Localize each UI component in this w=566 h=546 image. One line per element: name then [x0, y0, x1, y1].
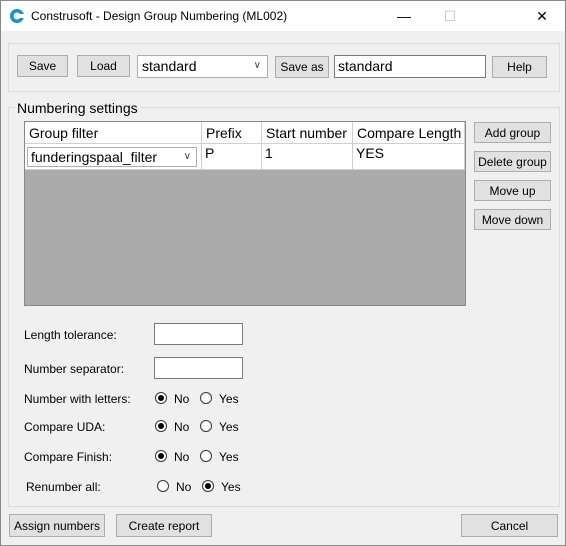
save-as-input[interactable]: standard — [334, 55, 486, 78]
compare-uda-yes-label[interactable]: Yes — [219, 420, 239, 434]
cancel-button[interactable]: Cancel — [461, 514, 558, 537]
assign-numbers-button[interactable]: Assign numbers — [9, 514, 105, 537]
length-tolerance-label: Length tolerance: — [24, 328, 117, 342]
renumber-all-yes-radio[interactable] — [202, 480, 214, 492]
save-as-button[interactable]: Save as — [275, 56, 329, 78]
move-down-button[interactable]: Move down — [474, 209, 551, 230]
load-button[interactable]: Load — [77, 55, 130, 77]
compare-uda-no-label[interactable]: No — [174, 420, 189, 434]
create-report-button[interactable]: Create report — [116, 514, 212, 537]
compare-uda-yes-radio[interactable] — [200, 420, 212, 432]
compare-finish-yes-label[interactable]: Yes — [219, 450, 239, 464]
renumber-all-label: Renumber all: — [26, 480, 101, 494]
number-with-letters-no-label[interactable]: No — [174, 392, 189, 406]
construsoft-logo-icon — [10, 9, 25, 23]
add-group-button[interactable]: Add group — [474, 122, 551, 143]
number-with-letters-label: Number with letters: — [24, 392, 131, 406]
prefix-cell[interactable]: P — [202, 144, 262, 170]
window-title: Construsoft - Design Group Numbering (ML… — [31, 9, 288, 23]
number-with-letters-yes-label[interactable]: Yes — [219, 392, 239, 406]
group-filter-value: funderingspaal_filter — [31, 149, 158, 165]
chevron-down-icon: ∨ — [183, 151, 191, 162]
dialog-window: Construsoft - Design Group Numbering (ML… — [0, 0, 566, 546]
compare-uda-no-radio[interactable] — [155, 420, 167, 432]
column-header-compare-length[interactable]: Compare Length — [353, 122, 465, 144]
move-up-button[interactable]: Move up — [474, 180, 551, 201]
preset-select-value: standard — [142, 58, 197, 74]
group-filter-table[interactable]: Group filter Prefix Start number Compare… — [24, 121, 466, 306]
close-button[interactable]: ✕ — [519, 1, 565, 31]
column-header-start-number[interactable]: Start number — [262, 122, 353, 144]
save-button[interactable]: Save — [17, 55, 68, 77]
group-filter-select[interactable]: funderingspaal_filter ∨ — [27, 147, 197, 167]
minimize-button[interactable]: — — [381, 1, 427, 31]
number-with-letters-yes-radio[interactable] — [200, 392, 212, 404]
delete-group-button[interactable]: Delete group — [474, 151, 551, 172]
renumber-all-yes-label[interactable]: Yes — [221, 480, 241, 494]
title-bar: Construsoft - Design Group Numbering (ML… — [1, 1, 565, 31]
maximize-button[interactable]: ☐ — [427, 1, 473, 31]
renumber-all-no-radio[interactable] — [157, 480, 169, 492]
number-separator-label: Number separator: — [24, 362, 125, 376]
column-header-prefix[interactable]: Prefix — [202, 122, 262, 144]
table-row: funderingspaal_filter ∨ — [25, 144, 202, 170]
start-number-cell[interactable]: 1 — [262, 144, 353, 170]
number-with-letters-no-radio[interactable] — [155, 392, 167, 404]
chevron-down-icon: ∨ — [253, 60, 261, 71]
column-header-group-filter[interactable]: Group filter — [25, 122, 202, 144]
renumber-all-no-label[interactable]: No — [176, 480, 191, 494]
compare-finish-no-radio[interactable] — [155, 450, 167, 462]
compare-length-cell[interactable]: YES — [353, 144, 465, 170]
length-tolerance-input[interactable] — [154, 323, 243, 345]
number-separator-input[interactable] — [154, 357, 243, 379]
compare-finish-no-label[interactable]: No — [174, 450, 189, 464]
numbering-settings-title: Numbering settings — [15, 100, 140, 116]
compare-uda-label: Compare UDA: — [24, 420, 106, 434]
compare-finish-label: Compare Finish: — [24, 450, 113, 464]
preset-select[interactable]: standard ∨ — [137, 55, 268, 78]
help-button[interactable]: Help — [492, 56, 547, 78]
compare-finish-yes-radio[interactable] — [200, 450, 212, 462]
